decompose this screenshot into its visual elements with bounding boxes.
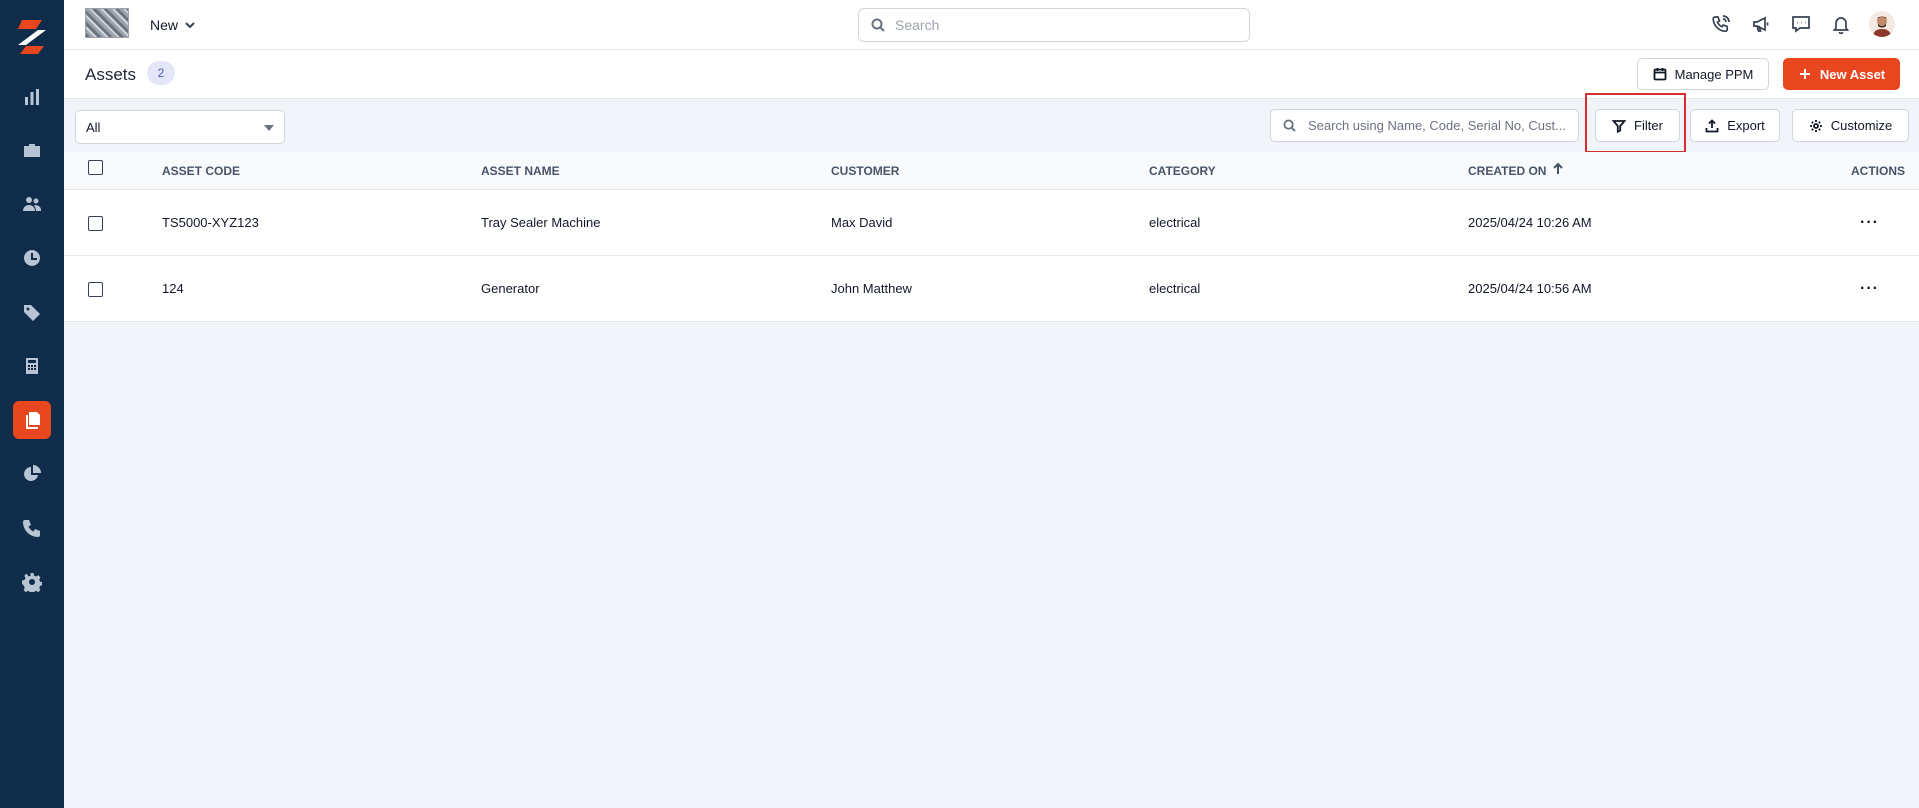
new-asset-label: New Asset <box>1819 66 1886 82</box>
dropdown-caret-icon <box>264 125 274 131</box>
manage-ppm-label: Manage PPM <box>1674 66 1754 82</box>
sidebar-item-timesheet[interactable] <box>13 239 51 277</box>
chevron-down-icon <box>185 22 195 29</box>
page-header: Assets 2 Manage PPM New Asset <box>64 50 1919 99</box>
sidebar-item-invoices[interactable] <box>13 347 51 385</box>
invoice-calculator-icon <box>26 358 38 374</box>
table-row[interactable]: TS5000-XYZ123 Tray Sealer Machine Max Da… <box>64 190 1919 256</box>
customize-label: Customize <box>1830 118 1893 133</box>
bell-icon <box>1832 17 1850 34</box>
chat-button[interactable] <box>1789 12 1813 36</box>
filter-icon <box>1612 119 1627 133</box>
user-avatar[interactable] <box>1869 11 1895 37</box>
announcements-button[interactable] <box>1749 12 1773 36</box>
workspace-label: New <box>150 17 179 33</box>
new-asset-button[interactable]: New Asset <box>1783 58 1900 90</box>
column-header-customer[interactable]: CUSTOMER <box>831 152 899 189</box>
created-on-cell: 2025/04/24 10:56 AM <box>1468 281 1592 296</box>
dashboard-icon <box>25 89 39 105</box>
global-search[interactable] <box>858 8 1250 42</box>
select-all-checkbox[interactable] <box>88 160 103 175</box>
search-icon <box>1283 119 1296 132</box>
brand-logo[interactable] <box>12 16 52 56</box>
assets-table: ASSET CODE ASSET NAME CUSTOMER CATEGORY … <box>64 152 1919 322</box>
sidebar-item-reports[interactable] <box>13 455 51 493</box>
sidebar-item-dashboard[interactable] <box>13 78 51 116</box>
search-icon <box>871 18 885 32</box>
view-select[interactable]: All <box>75 110 285 144</box>
jobs-briefcase-icon <box>24 144 40 157</box>
column-header-asset-code[interactable]: ASSET CODE <box>162 152 240 189</box>
table-header: ASSET CODE ASSET NAME CUSTOMER CATEGORY … <box>64 152 1919 190</box>
row-checkbox[interactable] <box>88 216 103 231</box>
topbar-actions <box>1709 11 1895 37</box>
global-search-input[interactable] <box>895 17 1225 33</box>
assets-icon <box>26 412 40 429</box>
export-label: Export <box>1727 118 1765 133</box>
upload-icon <box>1705 118 1719 132</box>
customer-cell: Max David <box>831 215 893 230</box>
row-actions-menu-icon[interactable]: ··· <box>1860 190 1879 255</box>
category-cell: electrical <box>1149 281 1201 296</box>
manage-ppm-button[interactable]: Manage PPM <box>1637 58 1769 90</box>
company-logo-image[interactable] <box>85 8 129 38</box>
customer-cell: John Matthew <box>831 281 912 296</box>
phone-call-icon <box>1712 15 1730 33</box>
export-button[interactable]: Export <box>1690 109 1780 142</box>
top-header: New <box>64 0 1919 50</box>
calls-phone-icon <box>23 520 40 537</box>
phone-call-button[interactable] <box>1709 12 1733 36</box>
column-header-created-on-label: CREATED ON <box>1468 163 1547 178</box>
calendar-icon <box>1653 68 1667 81</box>
column-header-asset-name[interactable]: ASSET NAME <box>481 152 560 189</box>
category-cell: electrical <box>1149 215 1201 230</box>
filter-label: Filter <box>1634 118 1663 133</box>
row-actions-menu-icon[interactable]: ··· <box>1860 256 1879 321</box>
asset-search[interactable] <box>1270 109 1579 142</box>
sidebar-item-pricebook[interactable] <box>13 293 51 331</box>
created-on-cell: 2025/04/24 10:26 AM <box>1468 215 1592 230</box>
user-avatar-icon <box>1873 16 1891 37</box>
timesheet-clock-icon <box>24 250 41 266</box>
sidebar-item-settings[interactable] <box>13 563 51 601</box>
app-root: New Search Assets 2 Manage PPM New Asset… <box>0 0 1919 808</box>
customize-button[interactable]: Customize <box>1792 109 1909 142</box>
notifications-button[interactable] <box>1829 12 1853 36</box>
row-checkbox[interactable] <box>88 282 103 297</box>
workspace-selector[interactable]: New <box>150 15 196 35</box>
sort-ascending-icon[interactable] <box>1552 162 1564 178</box>
asset-name-cell: Generator <box>481 281 540 296</box>
list-toolbar: All Filter Export Customize <box>64 99 1919 152</box>
settings-gear-icon <box>22 573 42 592</box>
page-title: Assets <box>85 65 137 84</box>
asset-code-cell[interactable]: 124 <box>162 256 184 321</box>
plus-icon <box>1799 69 1810 79</box>
sidebar-item-jobs[interactable] <box>13 131 51 169</box>
chat-icon <box>1792 16 1810 33</box>
reports-pie-icon <box>24 465 41 481</box>
sidebar <box>0 0 64 808</box>
filter-button[interactable]: Filter <box>1595 109 1680 142</box>
customers-icon <box>23 197 41 211</box>
asset-name-cell: Tray Sealer Machine <box>481 215 601 230</box>
column-header-created-on[interactable]: CREATED ON <box>1468 152 1564 189</box>
column-header-actions: ACTIONS <box>1851 163 1905 178</box>
view-select-value: All <box>86 119 101 135</box>
gear-icon <box>1809 119 1822 132</box>
sidebar-item-calls[interactable] <box>13 509 51 547</box>
asset-search-input[interactable] <box>1308 118 1578 133</box>
pricebook-tag-icon <box>24 305 40 321</box>
sidebar-item-customers[interactable] <box>13 185 51 223</box>
asset-code-cell[interactable]: TS5000-XYZ123 <box>162 190 259 255</box>
megaphone-icon <box>1753 16 1769 32</box>
asset-count-badge: 2 <box>147 61 175 85</box>
table-row[interactable]: 124 Generator John Matthew electrical 20… <box>64 256 1919 322</box>
column-header-category[interactable]: CATEGORY <box>1149 152 1216 189</box>
sidebar-item-assets[interactable] <box>13 401 51 439</box>
